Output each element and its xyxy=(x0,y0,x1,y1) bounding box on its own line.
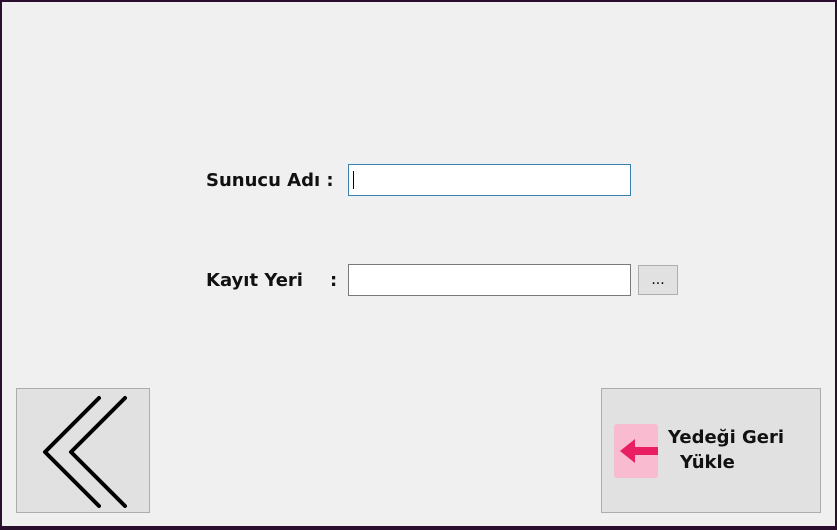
browse-button[interactable]: ... xyxy=(638,265,678,295)
text-caret xyxy=(353,171,354,189)
arrow-left-icon xyxy=(614,424,658,478)
server-name-input[interactable] xyxy=(348,164,631,196)
restore-backup-label: Yedeği Geri Yükle xyxy=(668,425,814,475)
back-button[interactable] xyxy=(16,388,150,513)
save-location-colon: : xyxy=(330,270,338,291)
restore-label-line1: Yedeği Geri xyxy=(668,427,785,448)
restore-backup-window: Sunucu Adı : Kayıt Yeri : ... Yedeği Ger… xyxy=(2,2,835,526)
restore-label-line2: Yükle xyxy=(680,452,735,473)
restore-backup-button[interactable]: Yedeği Geri Yükle xyxy=(601,388,821,513)
server-name-label: Sunucu Adı : xyxy=(206,170,334,191)
save-location-label: Kayıt Yeri xyxy=(206,270,303,291)
double-chevron-left-icon xyxy=(43,396,127,508)
save-location-input[interactable] xyxy=(348,264,631,296)
